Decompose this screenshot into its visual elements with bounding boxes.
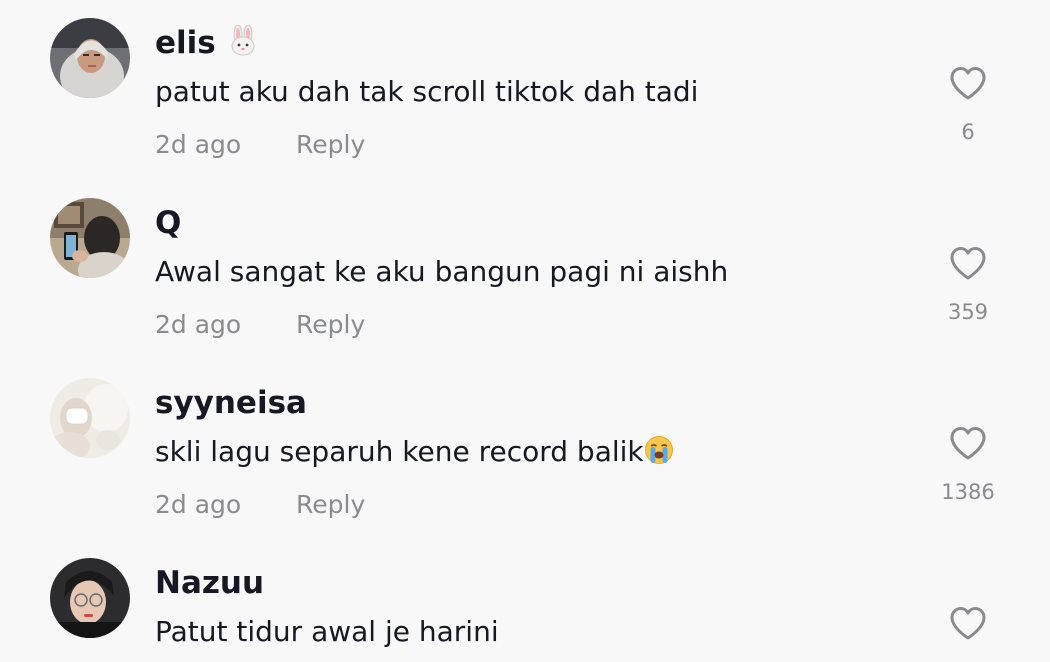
timestamp: 2d ago — [155, 490, 242, 519]
like-control: 359 — [928, 244, 1008, 326]
comment-item: Q Awal sangat ke aku bangun pagi ni aish… — [0, 180, 1050, 360]
comment-meta: 2d ago Reply — [155, 307, 365, 343]
reply-button[interactable]: Reply — [296, 307, 365, 343]
rabbit-face-emoji — [227, 24, 259, 70]
comment-item: elis patut aku dah tak scroll tiktok dah… — [0, 0, 1050, 180]
loudly-crying-face-emoji — [644, 434, 674, 478]
heart-icon[interactable] — [948, 244, 988, 284]
heart-icon[interactable] — [948, 64, 988, 104]
avatar[interactable] — [50, 378, 130, 458]
username[interactable]: syyneisa — [155, 380, 307, 426]
reply-button[interactable]: Reply — [296, 487, 365, 523]
like-count: 1386 — [941, 480, 995, 504]
like-count: 6 — [961, 120, 975, 144]
comment-item: syyneisa skli lagu separuh kene record b… — [0, 360, 1050, 540]
avatar[interactable] — [50, 198, 130, 278]
username[interactable]: elis — [155, 20, 259, 70]
heart-icon[interactable] — [948, 424, 988, 464]
avatar[interactable] — [50, 558, 130, 638]
comments-list: elis patut aku dah tak scroll tiktok dah… — [0, 0, 1050, 662]
timestamp: 2d ago — [155, 310, 242, 339]
comment-item: Nazuu Patut tidur awal je harini — [0, 540, 1050, 662]
comment-text: patut aku dah tak scroll tiktok dah tadi — [155, 75, 699, 108]
username[interactable]: Nazuu — [155, 560, 264, 606]
avatar[interactable] — [50, 18, 130, 98]
timestamp: 2d ago — [155, 130, 242, 159]
comment-text: Awal sangat ke aku bangun pagi ni aishh — [155, 255, 729, 288]
comment-text: Patut tidur awal je harini — [155, 615, 499, 648]
comment-meta: 2d ago Reply — [155, 127, 365, 163]
like-control: 1386 — [928, 424, 1008, 506]
comment-meta: 2d ago Reply — [155, 487, 365, 523]
like-count: 359 — [947, 300, 989, 324]
reply-button[interactable]: Reply — [296, 127, 365, 163]
like-control: 6 — [928, 64, 1008, 146]
username[interactable]: Q — [155, 200, 181, 246]
comment-text: skli lagu separuh kene record balik — [155, 430, 674, 478]
heart-icon[interactable] — [948, 604, 988, 644]
like-control — [928, 604, 1008, 644]
